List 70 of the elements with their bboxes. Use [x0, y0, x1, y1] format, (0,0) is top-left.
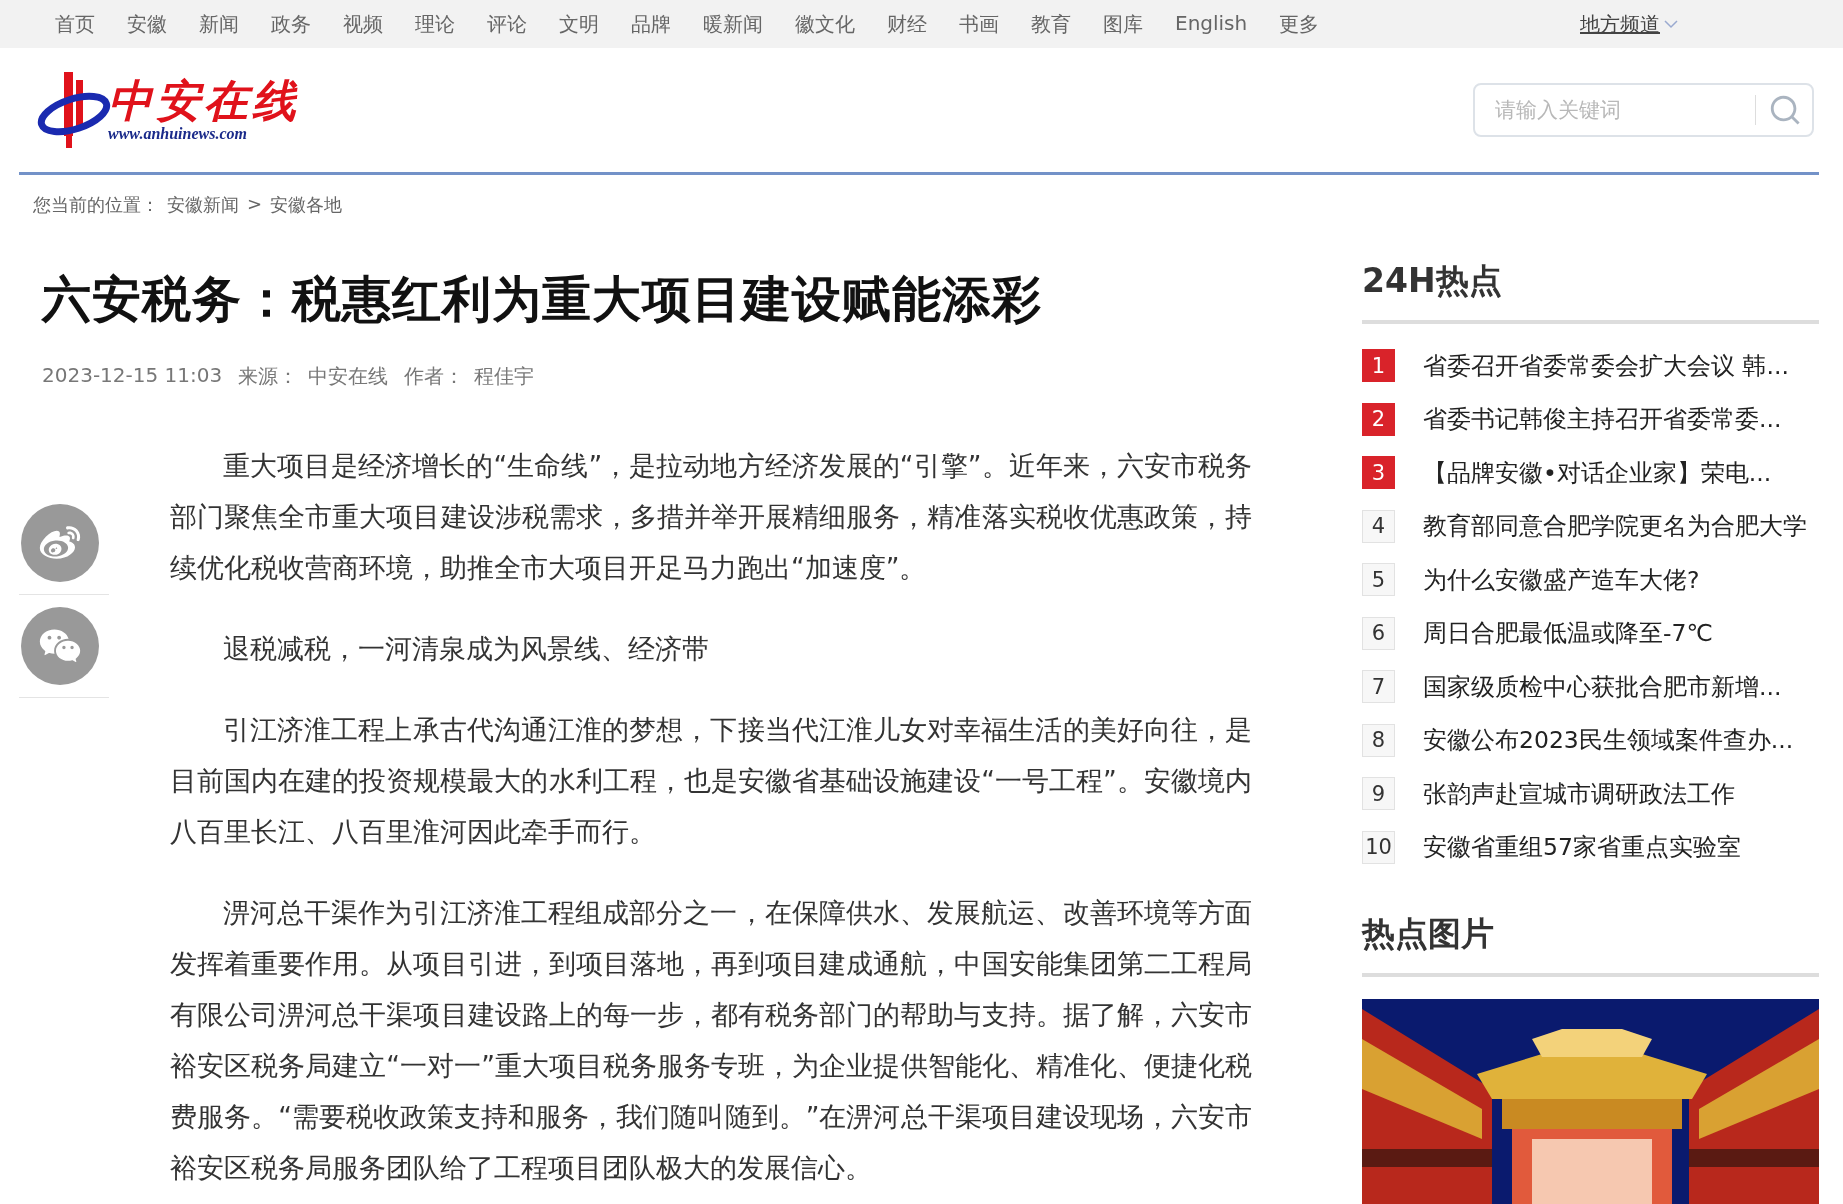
breadcrumb-link[interactable]: 安徽新闻 — [167, 193, 239, 217]
rank-badge: 8 — [1362, 723, 1395, 757]
hot-news-link[interactable]: 10 安徽省重组57家省重点实验室 — [1362, 830, 1819, 864]
hot-news-title: 张韵声赴宣城市调研政法工作 — [1423, 778, 1735, 810]
nav-link[interactable]: 更多 — [1279, 10, 1320, 38]
nav-link[interactable]: 书画 — [959, 10, 999, 38]
hot-news-title: 安徽省重组57家省重点实验室 — [1423, 832, 1741, 863]
hot-news-title: 周日合肥最低温或降至-7℃ — [1423, 618, 1713, 649]
rank-badge: 10 — [1362, 830, 1395, 864]
nav-link[interactable]: 徽文化 — [795, 10, 855, 38]
source-label: 来源： — [238, 363, 299, 390]
article-paragraph: 引江济淮工程上承古代沟通江淮的梦想，下接当代江淮儿女对幸福生活的美好向往，是目前国内在建的投资规模最大的水利工程，也是安徽省基础设施建设“一号工程”。安徽境内八百里长江、八百里淮河因此牵手而行。 — [170, 713, 1252, 849]
nav-link[interactable]: English — [1175, 10, 1248, 38]
source-name: 中安在线 — [308, 363, 389, 390]
hot-news-title: 省委召开省委常委会扩大会议 韩... — [1423, 350, 1789, 382]
hot-news-link[interactable]: 5 为什么安徽盛产造车大佬? — [1362, 563, 1819, 596]
article-paragraph: 淠河总干渠作为引江济淮工程组成部分之一，在保障供水、发展航运、改善环境等方面发挥着重要作用。从项目引进，到项目落地，再到项目建成通航，中国安能集团第二工程局有限公司淠河总干渠项目建设路上的每一步，都有税务部门的帮助与支持。据了解，六安市裕安区税务局建立“一对一”重大项目税务服务专班，为企业提供智能化、精准化、便捷化税费服务。“需要税收政策支持和服务，我们随叫随到。”在淠河总干渠项目建设现场，六安市裕安区税务局服务团队给了工程项目团队极大的发展信心。 — [170, 896, 1252, 1185]
author-label: 作者： — [404, 363, 465, 390]
nav-link[interactable]: 文明 — [559, 10, 599, 38]
hot-news-link[interactable]: 2 省委书记韩俊主持召开省委常委... — [1362, 402, 1819, 436]
article-title: 六安税务：税惠红利为重大项目建设赋能添彩 — [42, 270, 1043, 330]
hot-news-link[interactable]: 9 张韵声赴宣城市调研政法工作 — [1362, 777, 1819, 810]
search-icon — [1768, 93, 1802, 127]
publish-date: 2023-12-15 11:03 — [42, 363, 223, 389]
rank-badge: 2 — [1362, 402, 1395, 436]
hot-news-title: 安徽公布2023民生领域案件查办... — [1423, 725, 1794, 756]
nav-link[interactable]: 评论 — [487, 10, 527, 38]
rank-badge: 3 — [1362, 456, 1395, 489]
author-name: 程佳宇 — [474, 363, 535, 390]
hot-news-link[interactable]: 6 周日合肥最低温或降至-7℃ — [1362, 616, 1819, 650]
rank-badge: 1 — [1362, 349, 1395, 382]
rank-badge: 7 — [1362, 670, 1395, 703]
rank-badge: 5 — [1362, 563, 1395, 596]
search-button[interactable] — [1755, 95, 1802, 125]
breadcrumb-separator: > — [247, 193, 263, 216]
nav-link[interactable]: 品牌 — [631, 10, 671, 38]
hot-news-link[interactable]: 1 省委召开省委常委会扩大会议 韩... — [1362, 349, 1819, 382]
breadcrumb-link[interactable]: 安徽各地 — [270, 193, 343, 217]
nav-link[interactable]: 教育 — [1031, 10, 1071, 38]
rank-badge: 9 — [1362, 777, 1395, 810]
article-paragraph: 重大项目是经济增长的“生命线”，是拉动地方经济发展的“引擎”。近年来，六安市税务部门聚焦全市重大项目建设涉税需求，多措并举开展精细服务，精准落实税收优惠政策，持续优化税收营商环境，助推全市大项目开足马力跑出“加速度”。 — [170, 449, 1252, 585]
hot-news-link[interactable]: 4 教育部同意合肥学院更名为合肥大学 — [1362, 509, 1819, 543]
hot-news-link[interactable]: 3 【品牌安徽•对话企业家】荣电... — [1362, 456, 1819, 489]
section-heading: 24H热点 — [1362, 259, 1819, 324]
nav-link[interactable]: 暖新闻 — [703, 10, 763, 38]
rank-badge: 6 — [1362, 616, 1395, 650]
hot-news-title: 【品牌安徽•对话企业家】荣电... — [1423, 457, 1772, 489]
chevron-down-icon — [1664, 19, 1678, 29]
nav-link[interactable]: 财经 — [887, 10, 927, 38]
hot-news-link[interactable]: 7 国家级质检中心获批合肥市新增... — [1362, 670, 1819, 703]
article-paragraph: 退税减税，一河清泉成为风景线、经济带 — [222, 632, 710, 666]
nav-link[interactable]: 理论 — [415, 10, 455, 38]
nav-link[interactable]: 视频 — [343, 10, 383, 38]
nav-link[interactable]: 安徽 — [127, 10, 167, 38]
hot-news-title: 国家级质检中心获批合肥市新增... — [1423, 671, 1782, 703]
nav-link[interactable]: 政务 — [271, 10, 311, 38]
nav-link[interactable]: 新闻 — [199, 10, 239, 38]
breadcrumb-label: 您当前的位置： — [33, 193, 159, 217]
nav-link[interactable]: 首页 — [55, 10, 95, 38]
logo-url: www.anhuinews.com — [108, 125, 248, 144]
logo-name: 中安在线 — [108, 76, 300, 126]
regional-channels-dropdown[interactable]: 地方频道 — [1580, 10, 1678, 38]
nav-link[interactable]: 图库 — [1103, 10, 1143, 38]
section-heading: 热点图片 — [1362, 911, 1819, 977]
hot-news-title: 教育部同意合肥学院更名为合肥大学 — [1423, 511, 1807, 542]
hot-news-link[interactable]: 8 安徽公布2023民生领域案件查办... — [1362, 723, 1819, 757]
hot-news-title: 为什么安徽盛产造车大佬? — [1423, 564, 1700, 596]
hot-news-title: 省委书记韩俊主持召开省委常委... — [1423, 404, 1782, 435]
rank-badge: 4 — [1362, 509, 1395, 543]
search-field[interactable]: 请输入关键词 — [1473, 83, 1814, 137]
